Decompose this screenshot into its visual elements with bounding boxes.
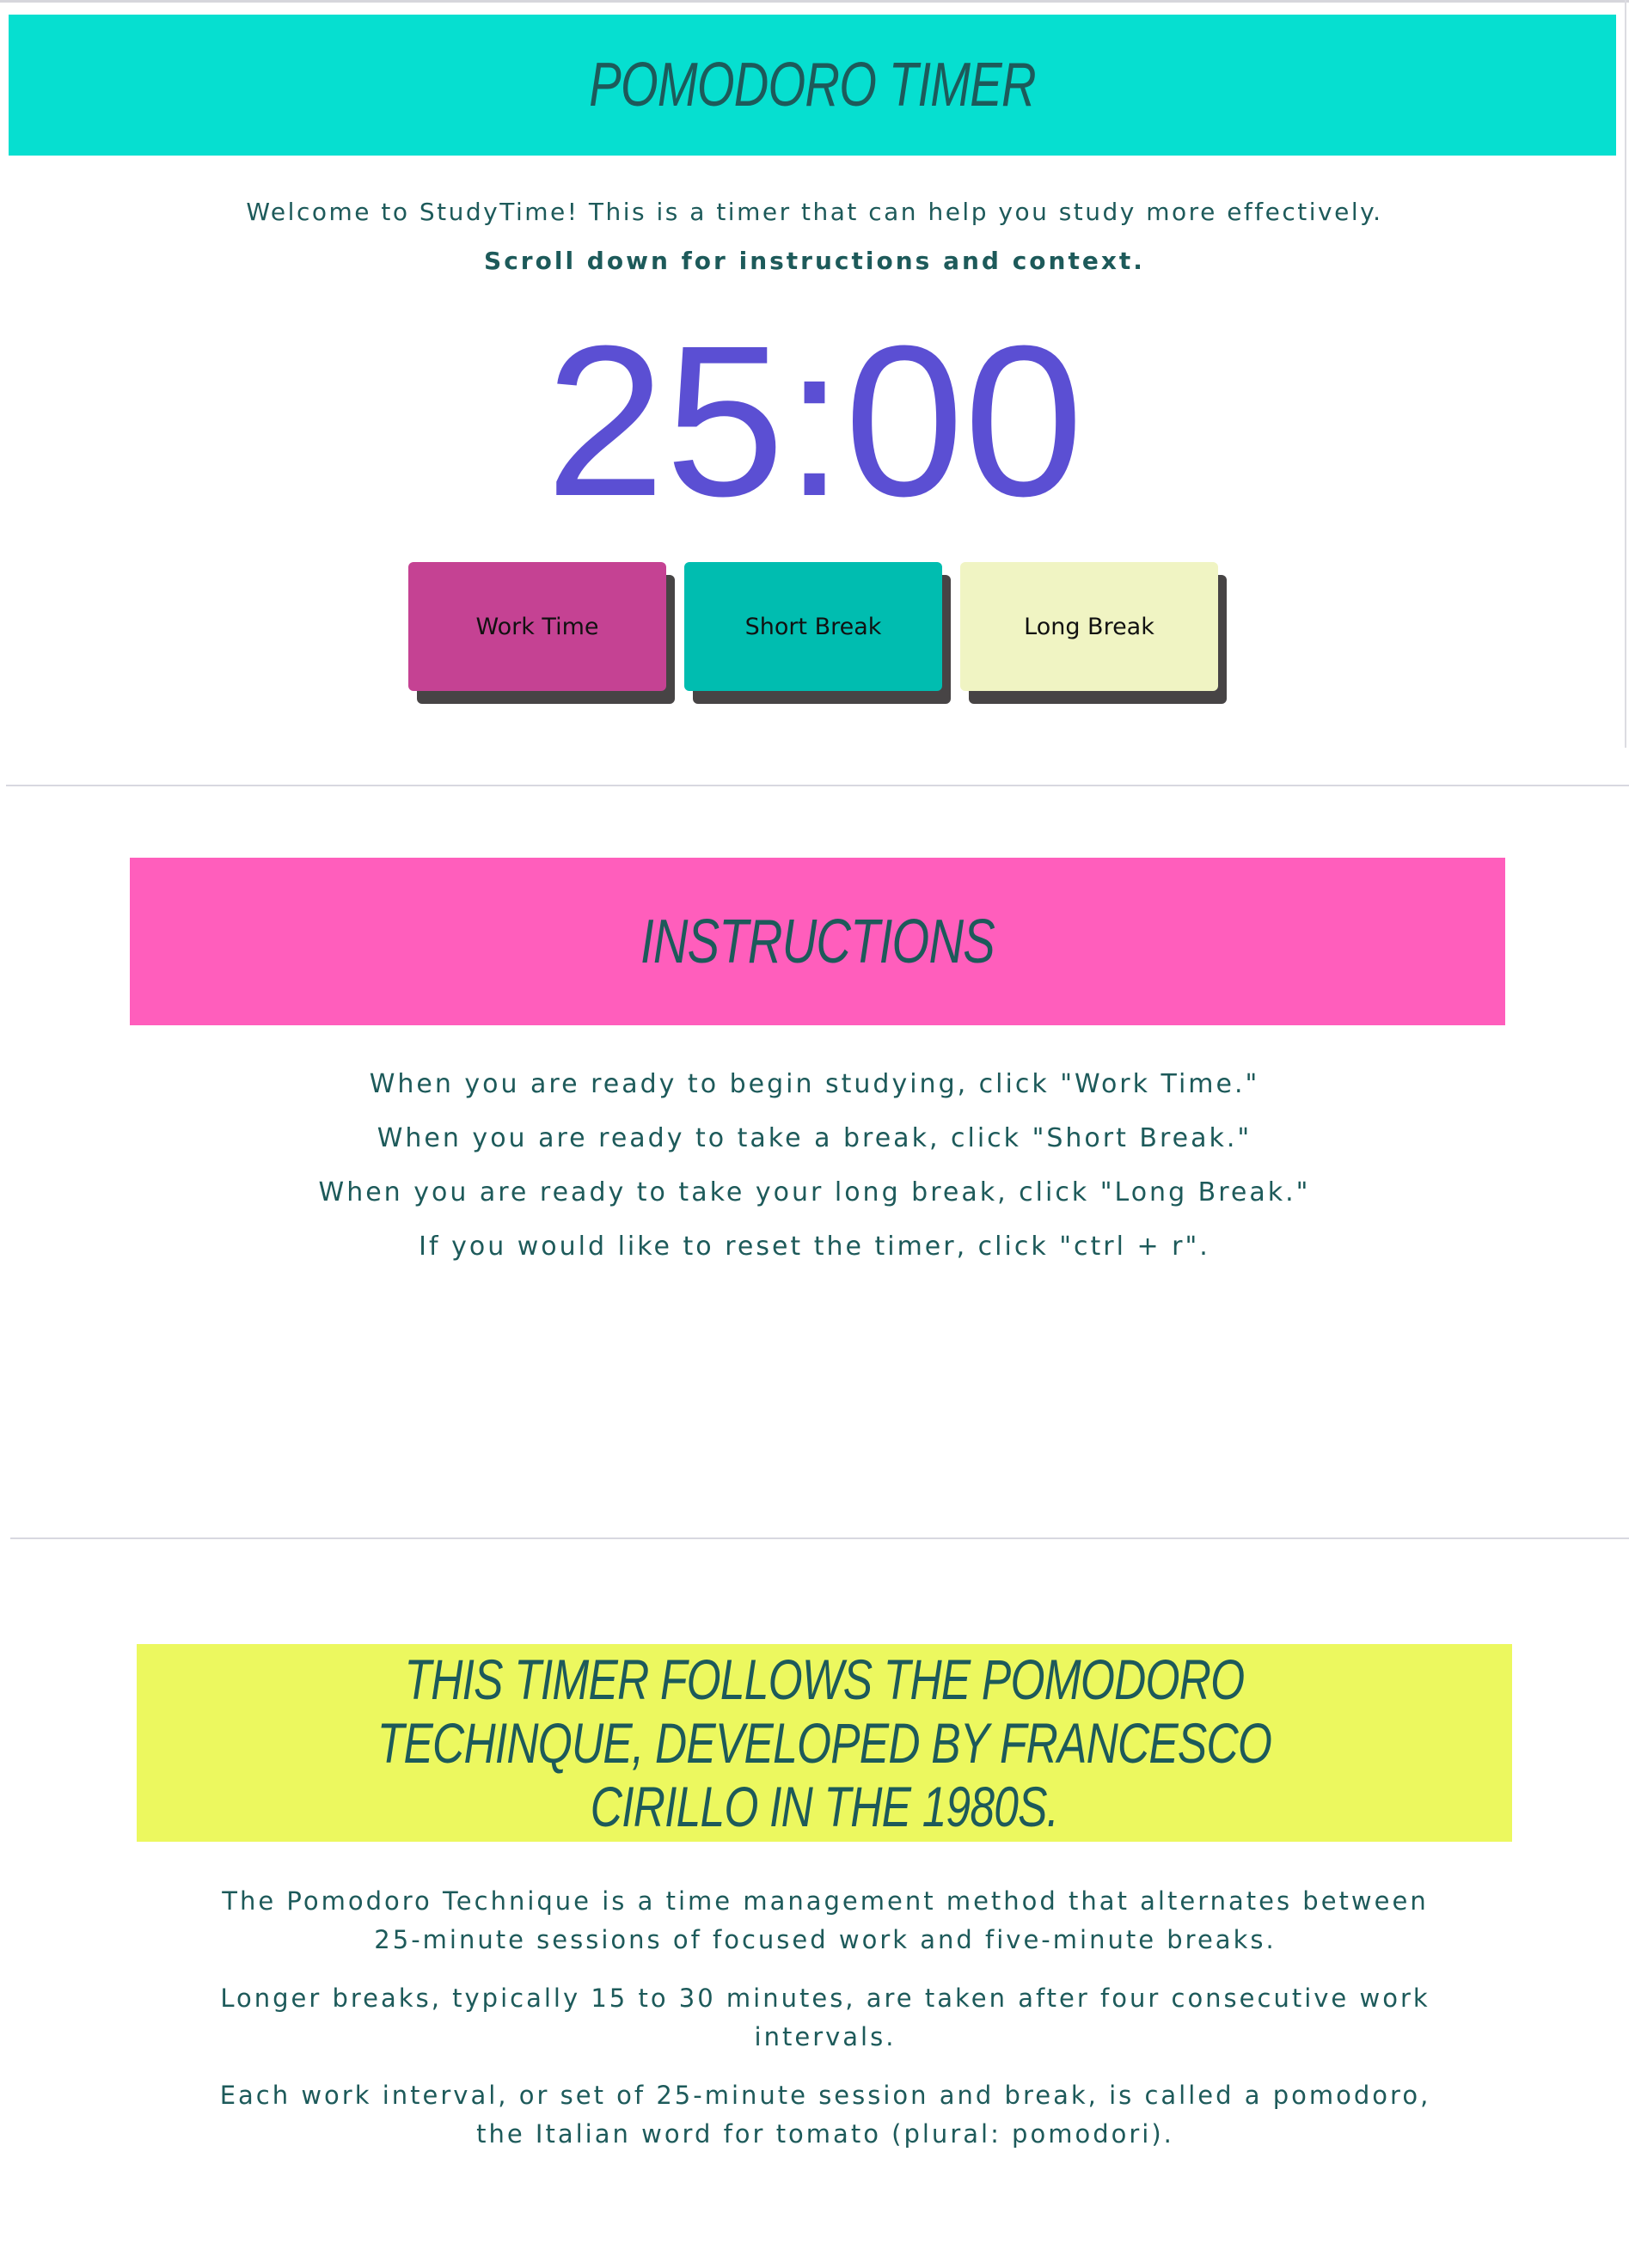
instructions-banner: Instructions bbox=[130, 858, 1505, 1025]
short-break-button[interactable]: Short Break bbox=[684, 562, 942, 691]
page-title: Pomodoro Timer bbox=[589, 51, 1036, 119]
instruction-line: If you would like to reset the timer, cl… bbox=[419, 1232, 1210, 1262]
context-banner: This timer follows the Pomodoro Techinqu… bbox=[137, 1644, 1512, 1842]
header-banner: Pomodoro Timer bbox=[9, 15, 1616, 156]
top-border bbox=[0, 0, 1629, 3]
work-time-button[interactable]: Work Time bbox=[408, 562, 666, 691]
context-heading: This timer follows the Pomodoro Techinqu… bbox=[377, 1648, 1272, 1838]
instruction-line: When you are ready to take your long bre… bbox=[318, 1177, 1311, 1207]
instruction-line: When you are ready to take a break, clic… bbox=[377, 1123, 1252, 1153]
short-break-button-group: Short Break bbox=[684, 562, 951, 704]
long-break-button-group: Long Break bbox=[960, 562, 1227, 704]
instruction-line: When you are ready to begin studying, cl… bbox=[369, 1069, 1260, 1099]
long-break-button[interactable]: Long Break bbox=[960, 562, 1218, 691]
context-paragraph: Longer breaks, typically 15 to 30 minute… bbox=[220, 1984, 1430, 2051]
section-divider bbox=[10, 1537, 1629, 1539]
context-paragraph: Each work interval, or set of 25-minute … bbox=[219, 2081, 1431, 2149]
instructions-heading: Instructions bbox=[640, 907, 995, 976]
work-time-button-group: Work Time bbox=[408, 562, 675, 704]
section-divider bbox=[6, 785, 1629, 786]
welcome-text: Welcome to StudyTime! This is a timer th… bbox=[246, 198, 1383, 226]
context-paragraph: The Pomodoro Technique is a time managem… bbox=[222, 1886, 1429, 1954]
timer-display: 25:00 bbox=[545, 301, 1084, 541]
scroll-hint-text: Scroll down for instructions and context… bbox=[484, 247, 1145, 275]
